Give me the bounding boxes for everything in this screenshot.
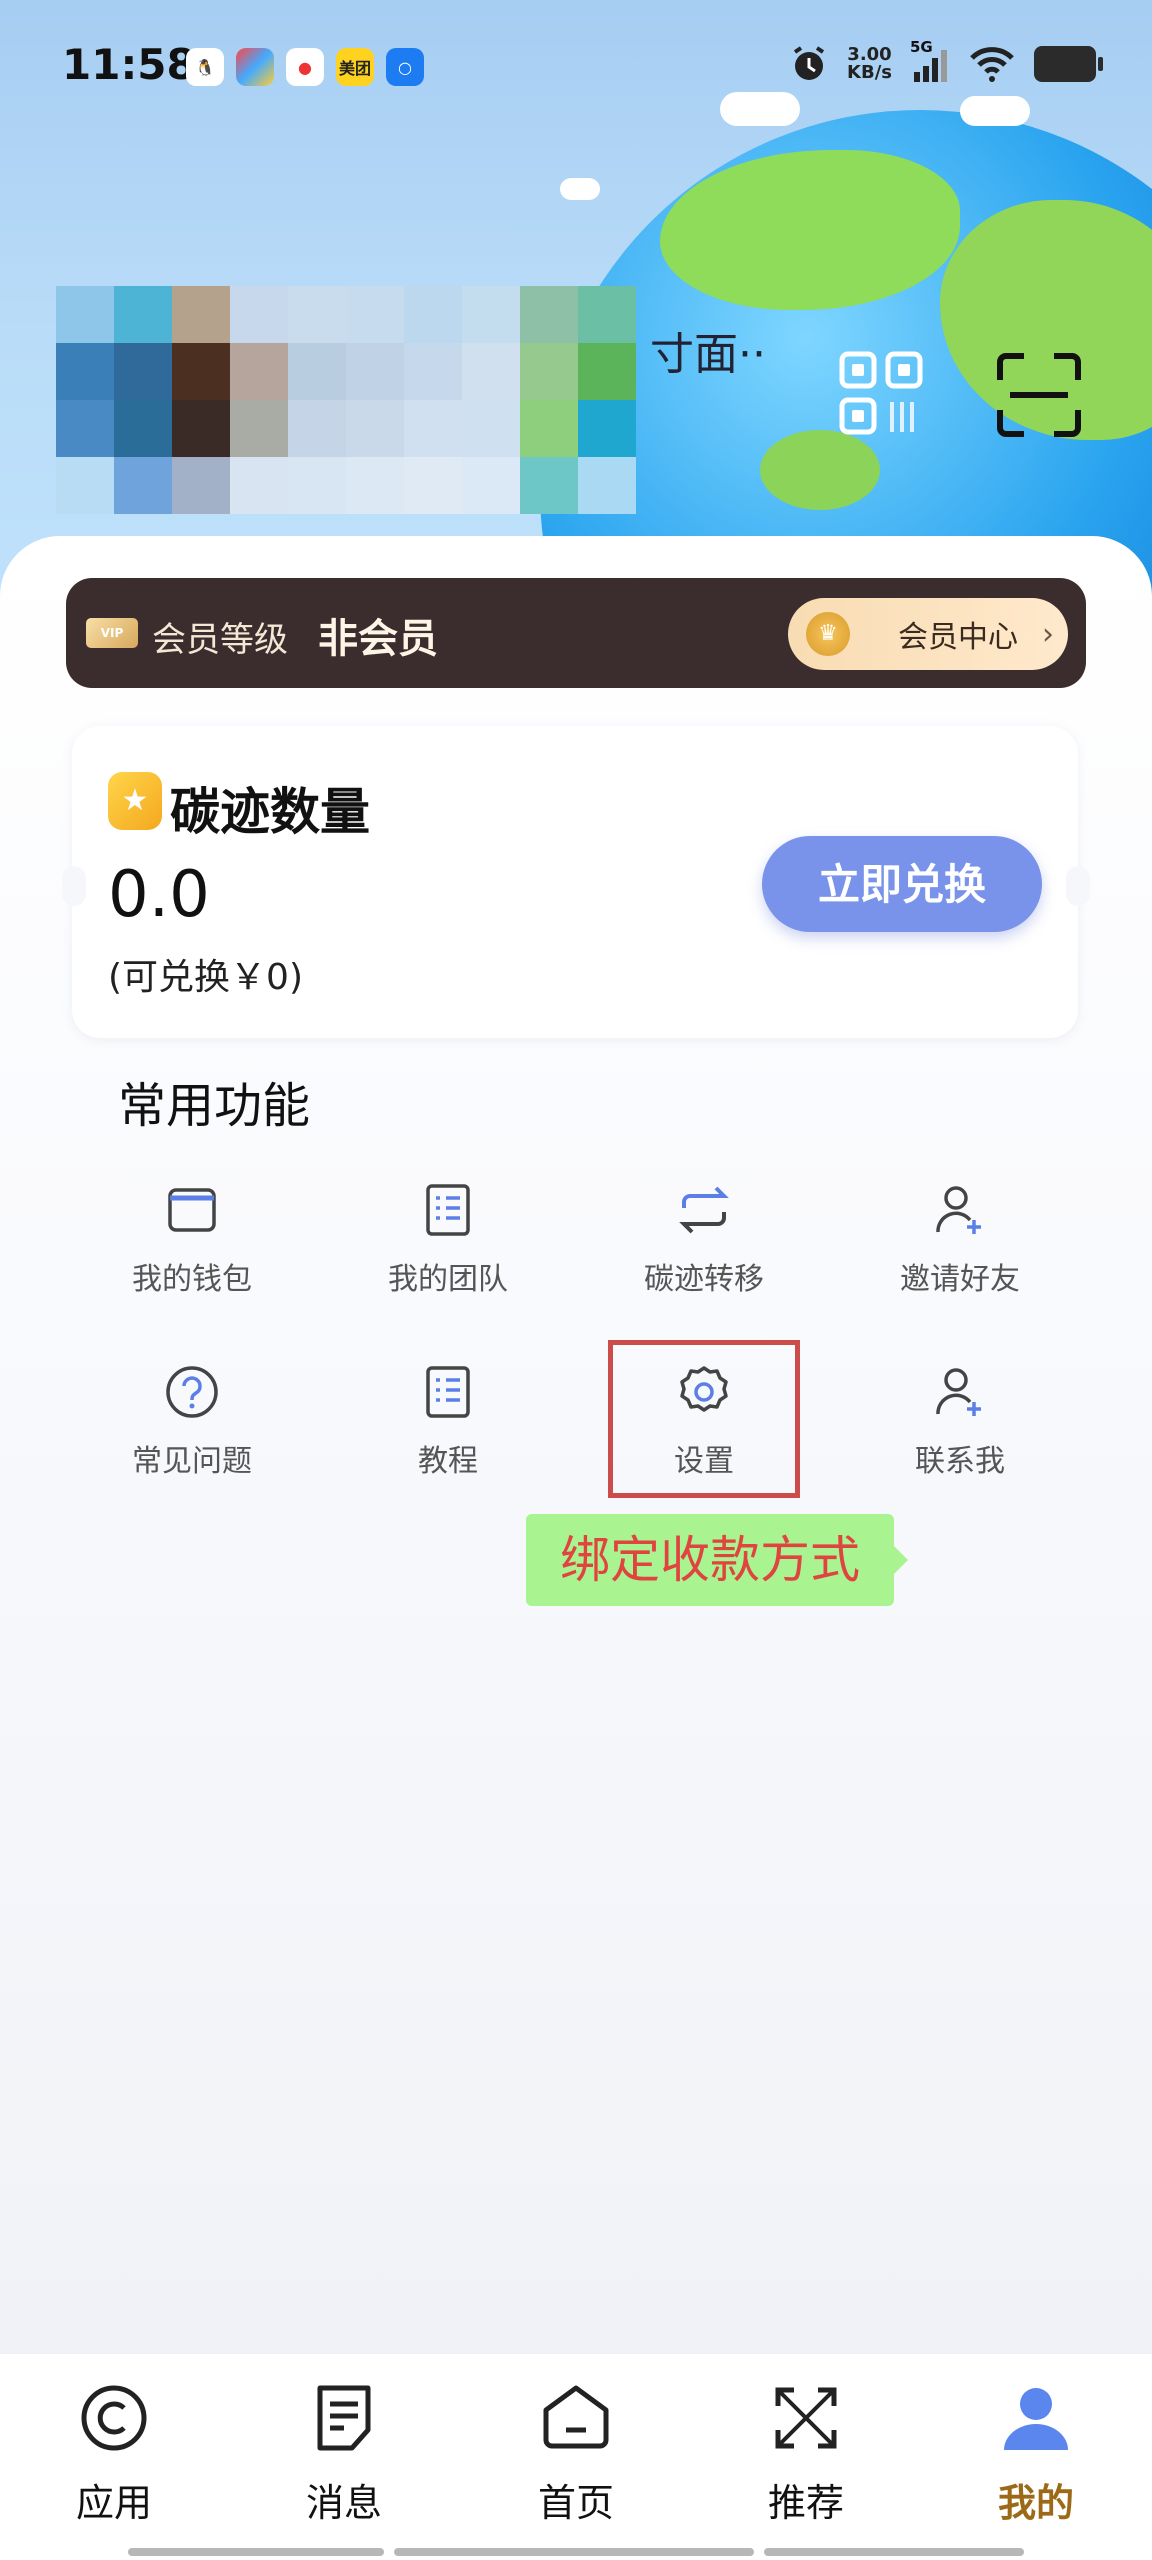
highlight-box xyxy=(608,1340,800,1498)
func-label: 邀请好友 xyxy=(900,1262,1020,1297)
carbon-amount: 0.0 xyxy=(108,858,210,932)
card-notch xyxy=(62,866,86,906)
func-invite[interactable]: 邀请好友 xyxy=(850,1180,1070,1320)
username: 寸面·· xyxy=(650,329,766,380)
carbon-title: 碳迹数量 xyxy=(170,783,370,841)
nav-home[interactable]: 首页 xyxy=(486,2380,666,2527)
tutorial-icon xyxy=(426,1366,470,1418)
cloud xyxy=(560,178,600,200)
home-indicator xyxy=(764,2548,1024,2556)
nav-apps[interactable]: 应用 xyxy=(24,2380,204,2527)
scan-icon[interactable] xyxy=(996,352,1082,438)
vip-center-label: 会员中心 xyxy=(898,620,1018,655)
recommend-icon xyxy=(775,2387,837,2449)
annotation-tip: 绑定收款方式 xyxy=(526,1514,908,1606)
invite-icon xyxy=(936,1186,981,1234)
status-right: 3.00 KB/s 5G xyxy=(789,38,1103,84)
home-indicator xyxy=(128,2548,384,2556)
func-team[interactable]: 我的团队 xyxy=(338,1180,558,1320)
func-transfer[interactable]: 碳迹转移 xyxy=(594,1180,814,1320)
profile-icon xyxy=(1004,2388,1068,2450)
faq-icon xyxy=(166,1366,218,1418)
wallet-icon xyxy=(168,1188,216,1232)
signal-icon: 5G xyxy=(910,38,950,84)
func-wallet[interactable]: 我的钱包 xyxy=(82,1180,302,1320)
battery-icon xyxy=(1034,46,1103,82)
wifi-icon xyxy=(970,47,1014,82)
transfer-icon xyxy=(679,1186,729,1234)
func-faq[interactable]: 常见问题 xyxy=(82,1362,302,1502)
vip-level-label: 会员等级 xyxy=(152,620,288,660)
chevron-right-icon: › xyxy=(1042,616,1054,652)
apps-icon xyxy=(81,2385,147,2451)
vip-level-value: 非会员 xyxy=(318,616,438,662)
func-label: 常见问题 xyxy=(132,1444,252,1479)
card-notch xyxy=(1066,866,1090,906)
message-icon xyxy=(317,2385,371,2451)
section-title: 常用功能 xyxy=(118,1078,311,1134)
nav-label: 推荐 xyxy=(767,2481,844,2525)
network-type: 5G xyxy=(910,38,933,56)
func-label: 我的钱包 xyxy=(132,1262,252,1297)
net-speed: 3.00 KB/s xyxy=(847,46,892,82)
vip-center-button[interactable]: ♛ 会员中心 › xyxy=(788,598,1068,670)
net-speed-unit: KB/s xyxy=(847,62,892,83)
redeem-button[interactable]: 立即兑换 xyxy=(762,836,1042,932)
avatar[interactable] xyxy=(56,286,636,516)
nav-profile[interactable]: 我的 xyxy=(946,2380,1126,2527)
status-bar: 11:58 🐧 ● 美团 ○ 3.00 KB/s 5G xyxy=(0,0,1152,130)
globe-land xyxy=(760,430,880,510)
home-indicator xyxy=(394,2548,754,2556)
func-contact[interactable]: 联系我 xyxy=(850,1362,1070,1502)
carbon-exchangeable: (可兑换￥0) xyxy=(108,957,303,998)
photos-icon xyxy=(236,48,274,86)
alarm-icon xyxy=(793,46,825,80)
map-icon: ● xyxy=(286,48,324,86)
nav-label: 首页 xyxy=(537,2481,614,2525)
nav-label: 消息 xyxy=(305,2481,382,2525)
browser-icon: ○ xyxy=(386,48,424,86)
crown-icon: ♛ xyxy=(806,612,850,656)
qr-code-icon[interactable] xyxy=(838,350,928,440)
home-icon xyxy=(543,2385,609,2449)
nav-label: 应用 xyxy=(75,2481,152,2525)
func-label: 我的团队 xyxy=(388,1262,508,1297)
func-label: 联系我 xyxy=(915,1444,1005,1479)
status-time: 11:58 xyxy=(62,40,196,89)
qq-icon: 🐧 xyxy=(186,48,224,86)
coin-icon: ★ xyxy=(108,772,162,830)
meituan-icon: 美团 xyxy=(336,48,374,86)
vip-card-icon: VIP xyxy=(86,618,138,648)
func-label: 碳迹转移 xyxy=(644,1262,764,1297)
team-icon xyxy=(426,1184,470,1236)
nav-messages[interactable]: 消息 xyxy=(254,2380,434,2527)
nav-recommend[interactable]: 推荐 xyxy=(716,2380,896,2527)
func-label: 教程 xyxy=(418,1444,478,1479)
func-tutorial[interactable]: 教程 xyxy=(338,1362,558,1502)
nav-label: 我的 xyxy=(997,2481,1074,2525)
contact-icon xyxy=(936,1368,981,1416)
